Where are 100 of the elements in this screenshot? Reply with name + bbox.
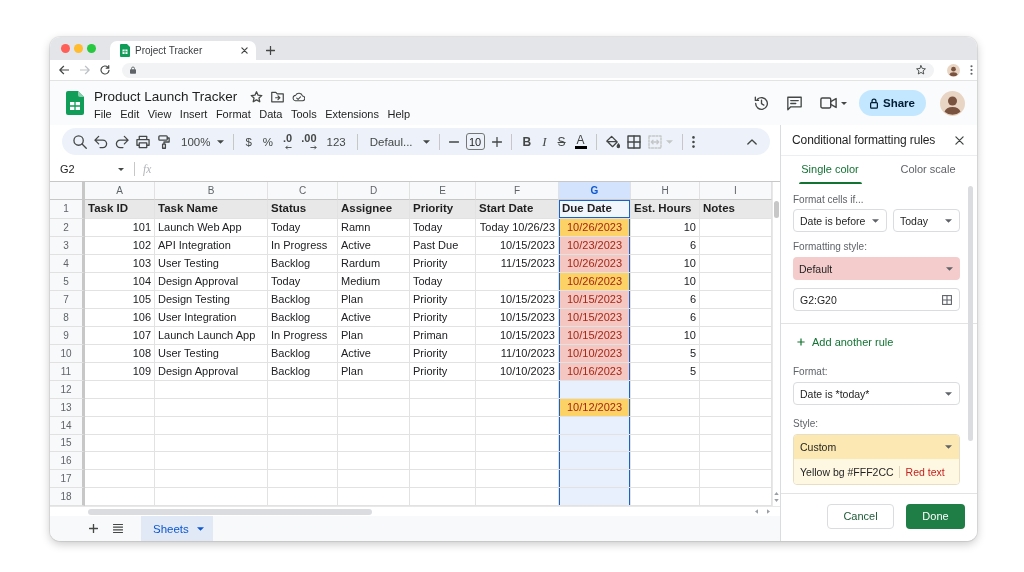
table-cell[interactable] <box>700 470 772 489</box>
grid-icon[interactable] <box>942 294 952 305</box>
star-icon[interactable] <box>250 90 264 103</box>
table-cell[interactable] <box>85 488 155 506</box>
close-icon[interactable] <box>955 135 964 145</box>
select-all-corner[interactable] <box>50 182 85 200</box>
table-cell[interactable] <box>700 452 772 471</box>
table-cell[interactable] <box>85 470 155 489</box>
merge-cells-icon[interactable] <box>647 134 662 149</box>
column-header[interactable]: H <box>631 182 700 200</box>
caret-icon[interactable] <box>841 101 847 105</box>
share-button[interactable]: Share <box>859 90 926 116</box>
scroll-up-icon[interactable] <box>774 492 779 495</box>
menu-item[interactable]: Format <box>215 107 251 120</box>
new-tab-icon[interactable] <box>266 46 275 55</box>
back-arrow-icon[interactable] <box>59 65 69 75</box>
column-header[interactable]: B <box>155 182 268 200</box>
history-icon[interactable] <box>754 95 769 111</box>
row-number[interactable]: 16 <box>50 452 85 471</box>
more-vertical-icon[interactable] <box>969 65 973 75</box>
forward-arrow-icon[interactable] <box>79 65 90 75</box>
menu-item[interactable]: Tools <box>290 107 317 120</box>
table-cell[interactable] <box>155 470 268 489</box>
panel-tab[interactable]: Color scale <box>879 156 977 184</box>
style-dropdown[interactable]: Custom <box>794 435 959 459</box>
menu-item[interactable]: Extensions <box>325 107 379 120</box>
done-button[interactable]: Done <box>906 503 965 529</box>
table-cell[interactable] <box>631 452 700 471</box>
table-cell[interactable] <box>268 488 338 506</box>
text-color-button[interactable]: A <box>574 134 587 149</box>
format-dropdown[interactable]: Date is *today* <box>793 382 960 405</box>
browser-tab[interactable]: Project Tracker <box>110 41 256 60</box>
comment-icon[interactable] <box>787 95 802 111</box>
font-size-field[interactable]: 10 <box>465 133 485 150</box>
table-cell[interactable] <box>155 452 268 471</box>
table-cell[interactable] <box>559 488 631 506</box>
table-cell[interactable] <box>476 488 559 506</box>
zoom-dropdown[interactable]: 100% <box>181 135 225 148</box>
cancel-button[interactable]: Cancel <box>827 503 894 529</box>
list-icon[interactable] <box>113 524 123 533</box>
menu-item[interactable]: Edit <box>120 107 140 120</box>
decrease-decimal-button[interactable]: .0 <box>282 133 294 150</box>
scroll-right-icon[interactable] <box>767 509 770 514</box>
table-cell[interactable] <box>268 452 338 471</box>
condition-dropdown[interactable]: Date is before <box>793 209 887 232</box>
address-field[interactable] <box>121 62 934 78</box>
scrollbar-thumb[interactable] <box>968 186 973 441</box>
table-cell[interactable] <box>476 452 559 471</box>
column-header[interactable]: C <box>268 182 338 200</box>
cloud-check-icon[interactable] <box>292 90 306 103</box>
style-dropdown[interactable]: Default <box>793 257 960 280</box>
scrollbar-thumb[interactable] <box>774 201 779 218</box>
video-camera-icon[interactable] <box>820 97 837 109</box>
zoom-dot-icon[interactable] <box>87 44 96 53</box>
percent-button[interactable]: % <box>260 135 276 148</box>
avatar-icon[interactable] <box>940 90 965 116</box>
menu-item[interactable]: File <box>94 107 112 120</box>
menu-item[interactable]: View <box>147 107 172 120</box>
sheets-logo-icon[interactable] <box>66 91 84 115</box>
menu-item[interactable]: Insert <box>179 107 208 120</box>
column-header[interactable]: F <box>476 182 559 200</box>
close-dot-icon[interactable] <box>61 44 70 53</box>
range-field[interactable]: G2:G20 <box>793 288 960 311</box>
column-header[interactable]: I <box>700 182 772 200</box>
column-header[interactable]: E <box>410 182 476 200</box>
print-icon[interactable] <box>136 134 150 149</box>
table-cell[interactable] <box>338 452 410 471</box>
avatar-icon[interactable] <box>946 63 960 77</box>
table-cell[interactable] <box>559 452 631 471</box>
panel-tab[interactable]: Single color <box>781 156 879 184</box>
table-cell[interactable] <box>631 470 700 489</box>
menu-item[interactable]: Data <box>259 107 283 120</box>
reload-icon[interactable] <box>100 65 110 75</box>
table-cell[interactable] <box>476 470 559 489</box>
paint-roller-icon[interactable] <box>157 134 171 149</box>
value-dropdown[interactable]: Today <box>893 209 960 232</box>
table-cell[interactable] <box>559 470 631 489</box>
increase-decimal-button[interactable]: .00 <box>300 133 318 150</box>
table-cell[interactable] <box>410 452 476 471</box>
menu-item[interactable]: Help <box>387 107 411 120</box>
table-cell[interactable] <box>410 470 476 489</box>
table-cell[interactable] <box>338 470 410 489</box>
name-box[interactable]: G2 <box>60 163 124 175</box>
add-rule-link[interactable]: Add another rule <box>793 334 894 350</box>
table-cell[interactable] <box>155 488 268 506</box>
undo-icon[interactable] <box>94 134 108 149</box>
document-title[interactable]: Product Launch Tracker <box>94 89 238 104</box>
table-cell[interactable] <box>410 488 476 506</box>
row-number[interactable]: 17 <box>50 470 85 489</box>
italic-button[interactable]: I <box>540 133 549 150</box>
table-cell[interactable] <box>631 488 700 506</box>
table-cell[interactable] <box>85 452 155 471</box>
search-icon[interactable] <box>73 134 87 149</box>
chevron-up-icon[interactable] <box>747 138 757 145</box>
table-cell[interactable] <box>338 488 410 506</box>
scroll-left-icon[interactable] <box>755 509 758 514</box>
column-header[interactable]: A <box>85 182 155 200</box>
plus-icon[interactable] <box>491 136 502 147</box>
column-header[interactable]: D <box>338 182 410 200</box>
currency-button[interactable]: $ <box>243 135 254 148</box>
